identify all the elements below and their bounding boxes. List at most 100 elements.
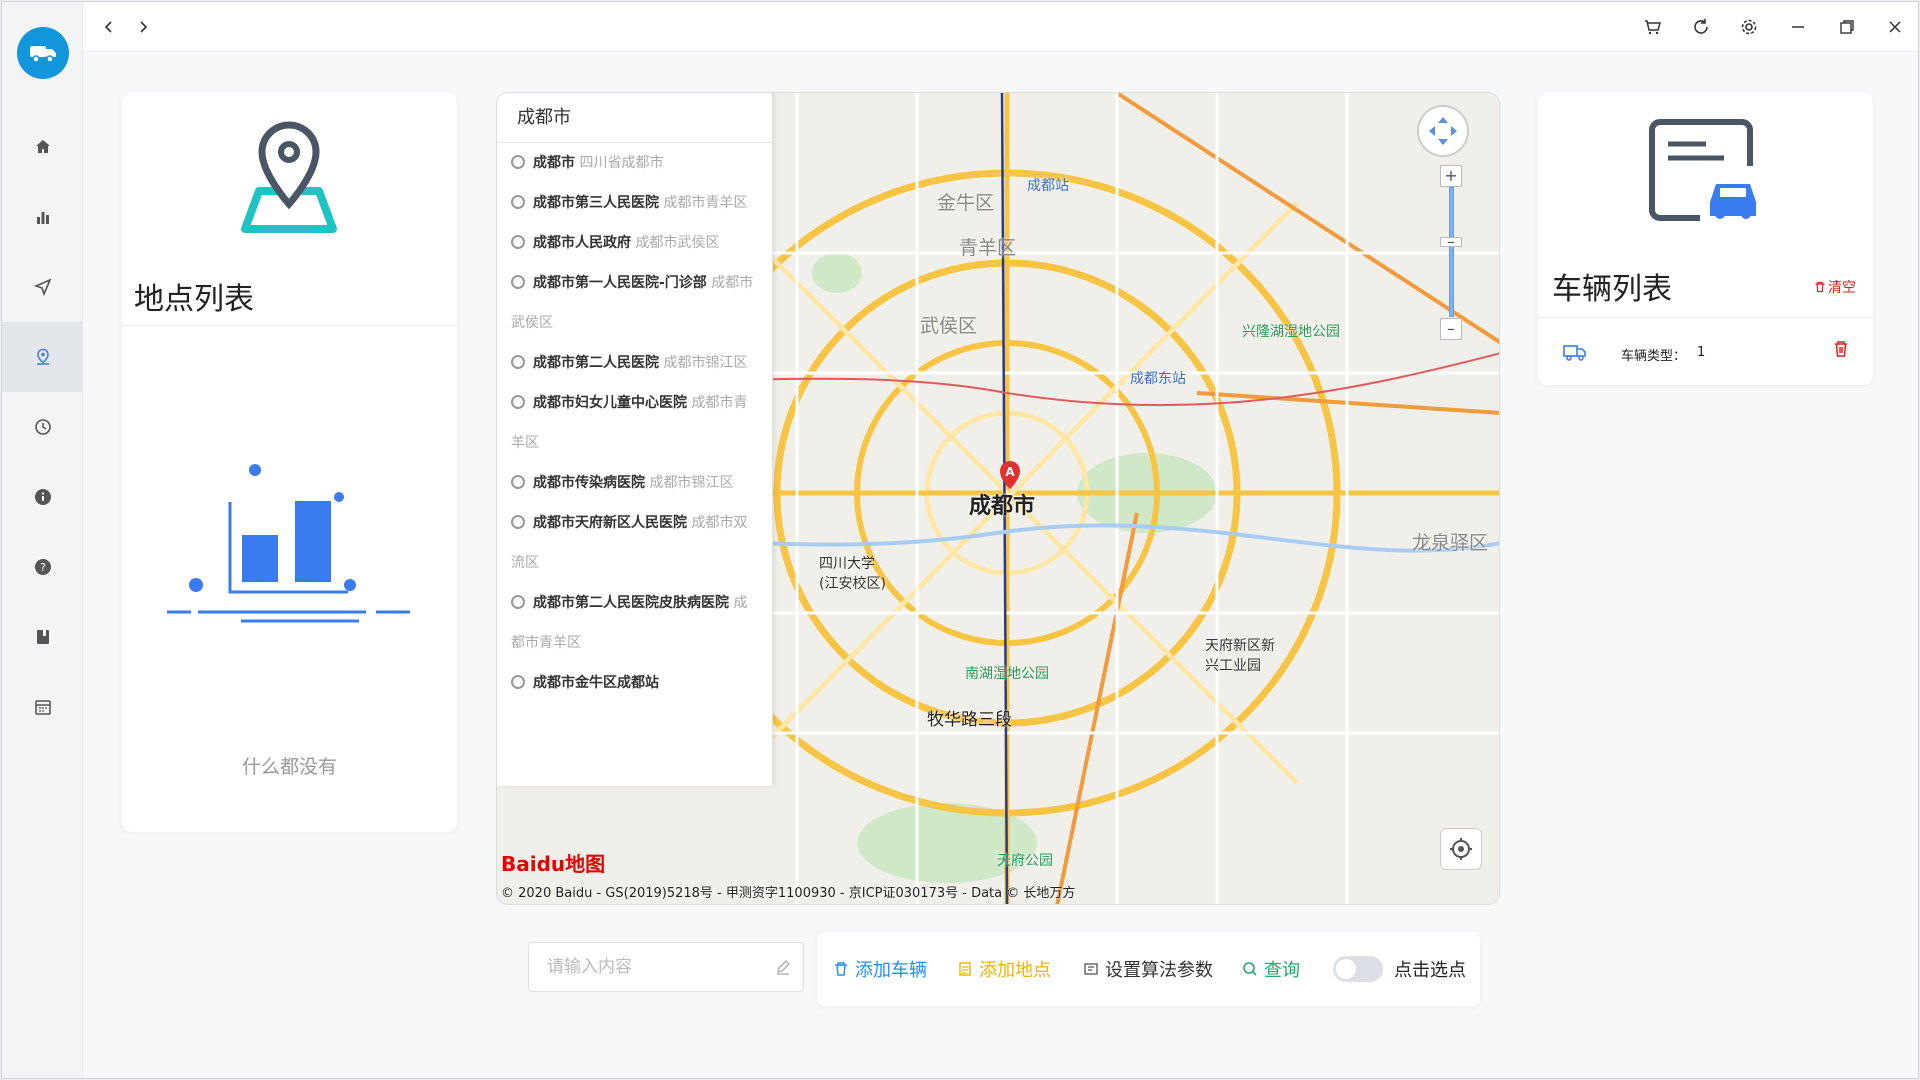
clear-button[interactable]: 清空 — [1814, 277, 1856, 297]
map-label-wuhou: 武侯区 — [920, 315, 978, 337]
add-location-label: 添加地点 — [979, 960, 1051, 981]
search-icon — [511, 155, 525, 169]
map-label-xinglongjiao: 兴隆湖湿地公园 — [1242, 324, 1340, 340]
suggestion-name: 成都市第二人民医院皮肤病医院 — [533, 595, 729, 611]
settings-sliders-icon — [1084, 963, 1098, 975]
zoom-handle[interactable]: – — [1440, 234, 1462, 250]
content-input[interactable]: 请输入内容 — [528, 942, 804, 992]
map-copyright: © 2020 Baidu - GS(2019)5218号 - 甲测资字11009… — [501, 886, 1076, 901]
suggestion-name: 成都市 — [533, 155, 575, 171]
document-icon — [959, 962, 971, 976]
calendar-icon — [34, 700, 51, 715]
suggestion-name: 成都市传染病医院 — [533, 475, 645, 491]
suggestion-address: 成都市青羊区 — [663, 195, 748, 211]
close-button[interactable] — [1883, 15, 1907, 39]
click-select-toggle[interactable] — [1333, 956, 1383, 982]
sidebar-item-stats[interactable] — [2, 182, 83, 252]
chevron-right-icon — [140, 21, 148, 33]
suggestion-item[interactable]: 成都市人民政府 成都市武侯区 — [511, 223, 758, 263]
map-search-input[interactable]: 成都市 — [497, 93, 772, 143]
suggestion-item[interactable]: 成都市第二人民医院皮肤病医院 成都市青羊区 — [511, 583, 758, 663]
add-vehicle-button[interactable]: 添加车辆 — [833, 956, 927, 982]
map-view[interactable]: A 成都市 金牛区 青羊区 武侯区 龙泉驿区 成都站 成都东站 四川大学(江安校… — [496, 92, 1500, 905]
sidebar-item-history[interactable] — [2, 392, 83, 462]
chevron-left-icon — [104, 21, 112, 33]
zoom-track[interactable] — [1449, 187, 1454, 317]
suggestion-item[interactable]: 成都市第二人民医院 成都市锦江区 — [511, 343, 758, 383]
suggestion-address: 成都市锦江区 — [649, 475, 734, 491]
sidebar-item-info[interactable] — [2, 462, 83, 532]
truck-icon — [1563, 345, 1586, 361]
send-icon — [33, 278, 52, 296]
locate-button[interactable] — [1440, 828, 1482, 870]
divider — [1538, 317, 1873, 318]
zoom-out-button[interactable]: – — [1440, 318, 1462, 340]
add-vehicle-label: 添加车辆 — [855, 960, 927, 981]
map-label-muhualu: 牧华路三段 — [927, 710, 1012, 730]
search-icon — [511, 515, 525, 529]
vehicle-row[interactable]: 车辆类型： 1 — [1538, 332, 1873, 377]
sidebar-item-navigate[interactable] — [2, 252, 83, 322]
search-icon — [511, 355, 525, 369]
map-label-jinniu: 金牛区 — [937, 192, 995, 214]
truck-logo-icon[interactable] — [17, 27, 69, 79]
map-label-chengdu-station: 成都站 — [1027, 178, 1069, 194]
settings-button[interactable] — [1737, 15, 1761, 39]
delete-vehicle-icon[interactable] — [1833, 340, 1849, 358]
suggestion-item[interactable]: 成都市金牛区成都站 — [511, 663, 758, 703]
forward-button[interactable] — [131, 15, 155, 39]
gear-icon — [1741, 19, 1757, 35]
sidebar-item-calendar[interactable] — [2, 672, 83, 742]
maximize-button[interactable] — [1835, 15, 1859, 39]
cart-icon — [1645, 20, 1661, 35]
suggestion-name: 成都市天府新区人民医院 — [533, 515, 687, 531]
suggestion-name: 成都市第一人民医院-门诊部 — [533, 275, 707, 291]
map-label-sichuan-univ: 四川大学(江安校区) — [819, 556, 886, 592]
title-bar — [83, 2, 1918, 52]
location-list-title: 地点列表 — [134, 282, 254, 317]
back-button[interactable] — [97, 15, 121, 39]
sidebar-item-help[interactable]: ? — [2, 532, 83, 602]
book-icon — [36, 630, 49, 644]
vehicle-list-panel: 车辆列表 清空 车辆类型： 1 — [1538, 92, 1873, 385]
suggestion-address: 成都市锦江区 — [663, 355, 748, 371]
query-label: 查询 — [1264, 960, 1300, 981]
suggestion-address: 成都市武侯区 — [635, 235, 720, 251]
sidebar-item-location[interactable] — [2, 322, 83, 392]
query-button[interactable]: 查询 — [1242, 956, 1300, 982]
suggestion-name: 成都市金牛区成都站 — [533, 675, 659, 691]
add-location-button[interactable]: 添加地点 — [957, 956, 1051, 982]
algo-params-button[interactable]: 设置算法参数 — [1083, 956, 1213, 982]
suggestion-item[interactable]: 成都市第三人民医院 成都市青羊区 — [511, 183, 758, 223]
suggestion-item[interactable]: 成都市天府新区人民医院 成都市双流区 — [511, 503, 758, 583]
pan-arrows-icon — [1429, 117, 1457, 145]
sidebar-item-book[interactable] — [2, 602, 83, 672]
crosshair-icon — [1450, 838, 1472, 860]
info-icon — [34, 489, 51, 505]
vehicle-type-label: 车辆类型： — [1621, 349, 1687, 364]
zoom-in-button[interactable]: + — [1440, 165, 1462, 187]
refresh-button[interactable] — [1689, 15, 1713, 39]
suggestion-item[interactable]: 成都市传染病医院 成都市锦江区 — [511, 463, 758, 503]
minimize-button[interactable] — [1786, 15, 1810, 39]
map-search-panel: 成都市 成都市 四川省成都市 成都市第三人民医院 成都市青羊区 成都市人民政府 成都… — [497, 93, 773, 786]
map-label-qingyang: 青羊区 — [959, 237, 1017, 259]
suggestion-item[interactable]: 成都市妇女儿童中心医院 成都市青羊区 — [511, 383, 758, 463]
map-label-tianfu-park: 天府公园 — [997, 853, 1053, 869]
search-icon — [511, 595, 525, 609]
location-map-icon — [241, 121, 337, 233]
cart-button[interactable] — [1640, 15, 1664, 39]
suggestion-item[interactable]: 成都市 四川省成都市 — [511, 143, 758, 183]
search-icon — [511, 195, 525, 209]
suggestion-name: 成都市妇女儿童中心医院 — [533, 395, 687, 411]
restore-icon — [1840, 20, 1854, 34]
sidebar-item-home[interactable] — [2, 112, 83, 182]
pan-control[interactable] — [1417, 105, 1469, 157]
map-label-center: 成都市 — [969, 494, 1036, 519]
clear-label: 清空 — [1828, 280, 1856, 296]
suggestion-item[interactable]: 成都市第一人民医院-门诊部 成都市武侯区 — [511, 263, 758, 343]
action-toolbar: 添加车辆 添加地点 设置算法参数 查询 点击选点 — [817, 932, 1480, 1006]
bar-chart-icon — [36, 212, 49, 224]
zoom-slider[interactable]: + – – — [1440, 165, 1462, 340]
suggestion-address: 四川省成都市 — [579, 155, 664, 171]
